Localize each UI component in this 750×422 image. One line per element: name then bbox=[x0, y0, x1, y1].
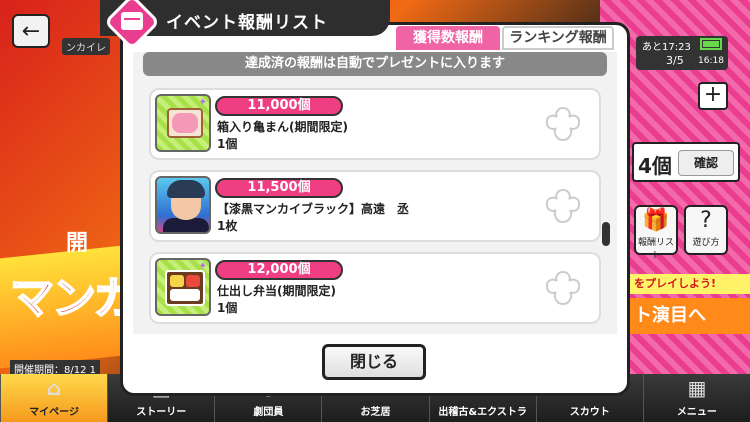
battery-icon bbox=[700, 38, 722, 50]
back-button[interactable]: ← bbox=[12, 14, 50, 48]
reward-threshold: 12,000個 bbox=[215, 260, 343, 280]
sparkle-icon: ✦ bbox=[198, 261, 207, 272]
how-to-play-label: 遊び方 bbox=[692, 238, 720, 248]
reward-list-label: 報酬リスト bbox=[637, 238, 674, 261]
tab-count-rewards[interactable]: 獲得数報酬 bbox=[396, 26, 500, 50]
question-icon: ? bbox=[700, 208, 712, 233]
clock-text: 16:18 bbox=[698, 56, 724, 66]
reward-thumbnail bbox=[155, 176, 211, 234]
how-to-play-button[interactable]: ? 遊び方 bbox=[684, 205, 728, 255]
nav-label: マイページ bbox=[29, 407, 79, 418]
bento-icon bbox=[165, 270, 205, 306]
grid-icon: ▦ bbox=[687, 376, 707, 400]
character-hair bbox=[167, 180, 205, 198]
nav-label: 劇団員 bbox=[253, 407, 284, 418]
arrow-left-icon: ← bbox=[21, 18, 41, 44]
reward-thumbnail: ✦ bbox=[155, 258, 211, 316]
nav-label: スカウト bbox=[569, 407, 610, 418]
stamina-count: 3/5 bbox=[666, 54, 684, 67]
reward-list-button[interactable]: 🎁 報酬リスト bbox=[634, 205, 678, 261]
goto-stage-button[interactable]: ト演目へ bbox=[626, 298, 750, 334]
reward-quantity: 1個 bbox=[217, 301, 238, 315]
reward-name: 【漆黒マンカイブラック】高遠 丞 bbox=[217, 202, 410, 216]
item-count: 4個 bbox=[638, 154, 672, 178]
reward-threshold: 11,500個 bbox=[215, 178, 343, 198]
plus-icon: + bbox=[703, 82, 723, 107]
play-prompt-banner: をプレイしよう! bbox=[626, 274, 750, 294]
close-button[interactable]: 閉じる bbox=[322, 344, 426, 380]
item-count-box: 4個 確認 bbox=[632, 142, 740, 182]
confirm-button[interactable]: 確認 bbox=[678, 150, 734, 176]
home-icon: ⌂ bbox=[46, 376, 62, 400]
reward-thumbnail: ✦ bbox=[155, 94, 211, 152]
gift-icon: 🎁 bbox=[642, 208, 670, 233]
tab-ranking-rewards[interactable]: ランキング報酬 bbox=[502, 26, 614, 50]
reward-item: 11,500個 【漆黒マンカイブラック】高遠 丞 1枚 bbox=[151, 172, 599, 240]
reward-name: 箱入り亀まん(期間限定) bbox=[217, 120, 348, 134]
flower-stamp-icon bbox=[545, 270, 581, 306]
nav-mypage[interactable]: ⌂ マイページ bbox=[0, 374, 108, 422]
nav-label: 出稽古&エクストラ bbox=[438, 407, 527, 418]
sparkle-icon: ✦ bbox=[198, 97, 207, 108]
reward-name: 仕出し弁当(期間限定) bbox=[217, 284, 336, 298]
nav-menu[interactable]: ▦ メニュー bbox=[642, 374, 750, 422]
auto-present-notice: 達成済の報酬は自動でプレゼントに入ります bbox=[143, 52, 607, 76]
list-scrollbar[interactable] bbox=[602, 222, 610, 246]
reward-quantity: 1個 bbox=[217, 137, 238, 151]
reward-threshold: 11,000個 bbox=[215, 96, 343, 116]
kamemanju-icon bbox=[167, 108, 203, 138]
event-banner-title: マンガ bbox=[9, 272, 139, 325]
timer-text: あと17:23 bbox=[642, 42, 691, 53]
nav-label: お芝居 bbox=[360, 407, 391, 418]
treasure-chest-icon bbox=[121, 12, 143, 30]
reward-list[interactable]: 達成済の報酬は自動でプレゼントに入ります ✦ 11,000個 箱入り亀まん(期間… bbox=[133, 52, 617, 334]
reward-quantity: 1枚 bbox=[217, 219, 238, 233]
event-name-label: ンカイレ bbox=[62, 38, 110, 55]
flower-stamp-icon bbox=[545, 188, 581, 224]
nav-label: ストーリー bbox=[136, 407, 187, 418]
modal-title: イベント報酬リスト bbox=[166, 13, 328, 33]
character-shirt bbox=[163, 218, 209, 232]
event-banner-kai: 開 bbox=[66, 231, 89, 256]
flower-stamp-icon bbox=[545, 106, 581, 142]
add-item-button[interactable]: + bbox=[698, 82, 728, 110]
reward-item: ✦ 11,000個 箱入り亀まん(期間限定) 1個 bbox=[151, 90, 599, 158]
nav-label: メニュー bbox=[676, 407, 717, 418]
reward-item: ✦ 12,000個 仕出し弁当(期間限定) 1個 bbox=[151, 254, 599, 322]
